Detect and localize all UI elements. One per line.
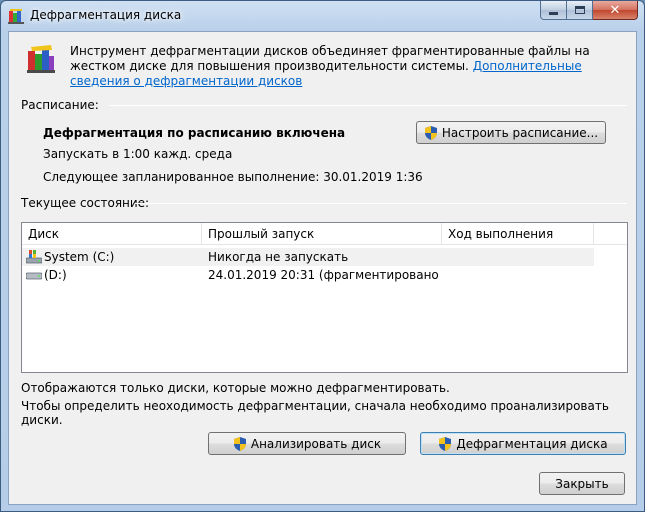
column-filler (594, 223, 627, 245)
current-state-group-label: Текущее состояние: (21, 196, 150, 210)
close-icon: ✕ (609, 2, 621, 18)
disk-name-cell: System (C:) (22, 248, 202, 266)
header-description: Инструмент дефрагментации дисков объедин… (70, 44, 630, 89)
info-line-2: Чтобы определить неоходимость дефрагмент… (21, 399, 609, 427)
info-line-1: Отображаются только диски, которые можно… (21, 381, 450, 395)
close-label: Закрыть (555, 476, 609, 491)
last-run-cell: Никогда не запускать (208, 250, 349, 264)
disk-list[interactable]: Диск Прошлый запуск Ход выполнения Syste… (21, 222, 628, 373)
uac-shield-icon (424, 125, 437, 140)
defrag-app-icon (8, 9, 24, 24)
column-last-run[interactable]: Прошлый запуск (202, 223, 442, 245)
column-progress[interactable]: Ход выполнения (442, 223, 594, 245)
defragment-disk-button[interactable]: Дефрагментация диска (420, 432, 626, 455)
system-drive-icon (26, 250, 42, 264)
analyze-disk-button[interactable]: Анализировать диск (208, 432, 406, 455)
client-area: Инструмент дефрагментации дисков объедин… (8, 31, 637, 505)
defrag-window: Дефрагментация диска ✕ Инструмент дефраг… (0, 0, 645, 512)
column-disk[interactable]: Диск (22, 223, 202, 245)
configure-schedule-button[interactable]: Настроить расписание... (416, 121, 606, 144)
configure-schedule-label: Настроить расписание... (441, 125, 599, 140)
schedule-next-run: Следующее запланированное выполнение: 30… (43, 170, 423, 184)
schedule-divider (109, 105, 627, 106)
defragment-disk-label: Дефрагментация диска (456, 436, 608, 451)
schedule-status: Дефрагментация по расписанию включена (43, 126, 346, 140)
close-button[interactable]: Закрыть (539, 472, 625, 495)
disk-name: (D:) (44, 268, 67, 282)
uac-shield-icon (233, 436, 246, 451)
disk-name: System (C:) (44, 250, 115, 264)
last-run-cell: 24.01.2019 20:31 (фрагментировано 0%) (208, 268, 442, 282)
progress-cell (442, 248, 594, 266)
disk-list-header: Диск Прошлый запуск Ход выполнения (22, 223, 627, 245)
disk-row[interactable]: (D:) 24.01.2019 20:31 (фрагментировано 0… (22, 266, 627, 284)
analyze-disk-label: Анализировать диск (250, 436, 382, 451)
schedule-run-at: Запускать в 1:00 кажд. среда (43, 147, 233, 161)
window-title: Дефрагментация диска (30, 8, 182, 22)
disk-name-cell: (D:) (22, 266, 202, 284)
defrag-header-icon (27, 45, 55, 73)
maximize-icon (574, 6, 585, 14)
title-bar[interactable]: Дефрагментация диска ✕ (1, 1, 644, 31)
disk-row[interactable]: System (C:) Никогда не запускать (22, 248, 594, 266)
schedule-group-label: Расписание: (21, 98, 99, 112)
hard-drive-icon (26, 272, 42, 280)
minimize-icon (549, 11, 558, 15)
maximize-button[interactable] (567, 1, 593, 20)
uac-shield-icon (439, 436, 452, 451)
caption-buttons: ✕ (540, 1, 638, 21)
progress-cell (442, 266, 594, 284)
current-state-divider (135, 203, 627, 204)
close-window-button[interactable]: ✕ (593, 1, 638, 20)
minimize-button[interactable] (540, 1, 567, 20)
